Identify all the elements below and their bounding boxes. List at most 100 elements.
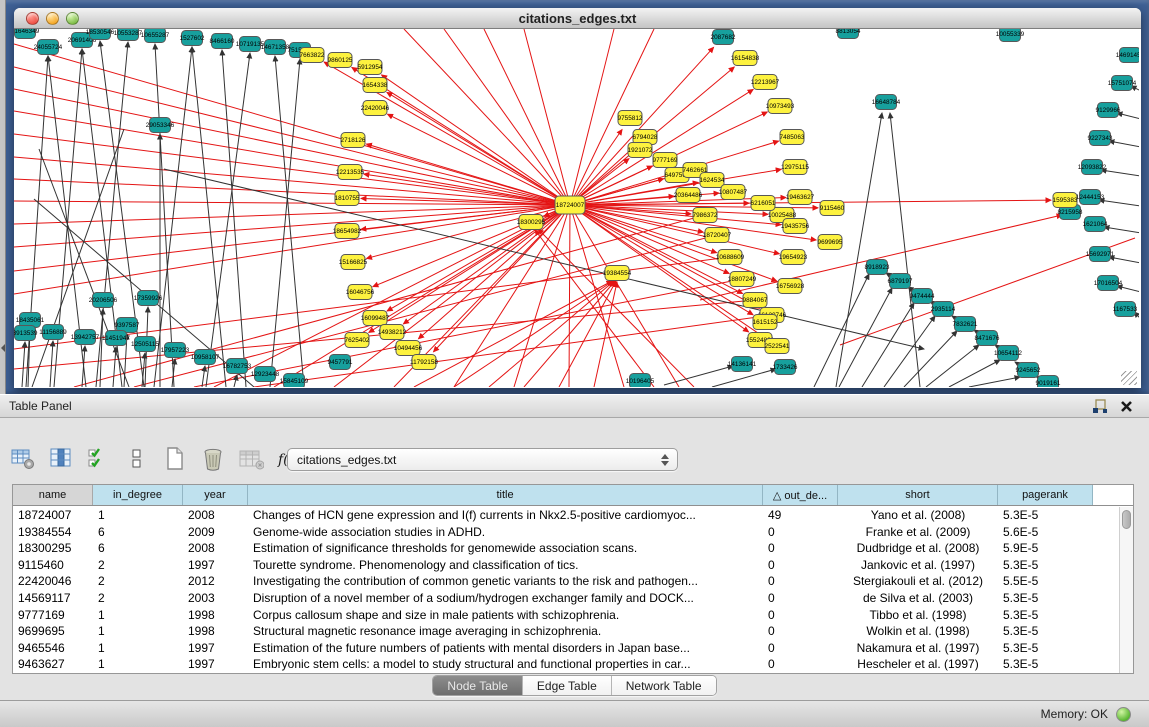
cell: 9699695 bbox=[13, 623, 93, 640]
vertical-scrollbar[interactable] bbox=[1119, 507, 1133, 673]
cell: 0 bbox=[763, 640, 838, 657]
network-graph[interactable]: 2164634924055724206914061853054610553287… bbox=[14, 29, 1139, 387]
graph-edge[interactable] bbox=[839, 288, 892, 387]
scrollbar-thumb[interactable] bbox=[1122, 510, 1131, 529]
graph-edge[interactable] bbox=[222, 50, 246, 387]
window-titlebar[interactable]: citations_edges.txt bbox=[14, 8, 1141, 29]
column-header-name[interactable]: name bbox=[13, 485, 93, 505]
resize-grip[interactable] bbox=[1121, 371, 1137, 385]
graph-edge[interactable] bbox=[949, 360, 1000, 387]
graph-edge[interactable] bbox=[569, 205, 570, 387]
table-row[interactable]: 946554611997Estimation of the future num… bbox=[13, 640, 1119, 657]
tab-edge-table[interactable]: Edge Table bbox=[523, 676, 612, 695]
graph-edge[interactable] bbox=[559, 281, 616, 387]
graph-edge[interactable] bbox=[1101, 170, 1139, 176]
graph-edge[interactable] bbox=[570, 47, 714, 205]
float-window-icon[interactable] bbox=[1091, 398, 1108, 415]
zoom-window-button[interactable] bbox=[66, 12, 79, 25]
tab-network-table[interactable]: Network Table bbox=[612, 676, 716, 695]
cell: Yano et al. (2008) bbox=[838, 507, 998, 524]
table-panel-titlebar[interactable]: Table Panel bbox=[0, 394, 1149, 418]
table-row[interactable]: 1456911722003Disruption of a novel membe… bbox=[13, 590, 1119, 607]
graph-node-label: 14938212 bbox=[378, 329, 407, 336]
column-header-title[interactable]: title bbox=[248, 485, 763, 505]
graph-node-label: 8471676 bbox=[975, 335, 1000, 342]
delete-trash-icon[interactable] bbox=[200, 446, 226, 472]
graph-edge[interactable] bbox=[570, 205, 679, 387]
table-row[interactable]: 1938455462009Genome-wide association stu… bbox=[13, 524, 1119, 541]
column-visibility-icon[interactable] bbox=[48, 446, 74, 472]
cell: Estimation of the future numbers of pati… bbox=[248, 640, 763, 657]
graph-node-label: 9129966 bbox=[1096, 107, 1121, 114]
network-canvas[interactable]: 2164634924055724206914061853054610553287… bbox=[14, 29, 1139, 387]
close-window-button[interactable] bbox=[26, 12, 39, 25]
graph-node-label: 22420046 bbox=[361, 105, 390, 112]
column-header-out_de[interactable]: △ out_de... bbox=[763, 485, 838, 505]
node-table: namein_degreeyeartitle△ out_de...shortpa… bbox=[12, 484, 1134, 674]
expand-panel-arrow-icon[interactable] bbox=[1, 344, 5, 352]
cell: 1998 bbox=[183, 623, 248, 640]
cell: 1 bbox=[93, 507, 183, 524]
table-row[interactable]: 2242004622012Investigating the contribut… bbox=[13, 573, 1119, 590]
graph-edge[interactable] bbox=[14, 111, 570, 205]
column-header-year[interactable]: year bbox=[183, 485, 248, 505]
graph-edge[interactable] bbox=[100, 309, 103, 387]
graph-node-label: 18530546 bbox=[86, 29, 115, 36]
graph-edge[interactable] bbox=[275, 56, 304, 387]
graph-node-label: 6879197 bbox=[888, 278, 913, 285]
table-row[interactable]: 969969511998Structural magnetic resonanc… bbox=[13, 623, 1119, 640]
table-row[interactable]: 911546021997Tourette syndrome. Phenomeno… bbox=[13, 557, 1119, 574]
table-settings-icon[interactable] bbox=[10, 446, 36, 472]
table-selector-dropdown[interactable]: citations_edges.txt bbox=[287, 448, 678, 471]
new-file-icon[interactable] bbox=[162, 446, 188, 472]
graph-edge[interactable] bbox=[404, 29, 570, 205]
table-row[interactable]: 946362711997Embryonic stem cells: a mode… bbox=[13, 656, 1119, 673]
graph-edge[interactable] bbox=[1099, 200, 1139, 206]
graph-edge[interactable] bbox=[50, 341, 53, 387]
minimize-window-button[interactable] bbox=[46, 12, 59, 25]
close-panel-icon[interactable] bbox=[1118, 398, 1135, 415]
graph-edge[interactable] bbox=[535, 230, 654, 387]
column-header-short[interactable]: short bbox=[838, 485, 998, 505]
graph-edge[interactable] bbox=[14, 205, 570, 247]
graph-edge[interactable] bbox=[664, 366, 733, 385]
row-height-icon[interactable] bbox=[124, 446, 150, 472]
graph-edge[interactable] bbox=[570, 29, 614, 205]
cell: Franke et al. (2009) bbox=[838, 524, 998, 541]
select-rows-checks-icon[interactable] bbox=[86, 446, 112, 472]
table-row[interactable]: 1830029562008Estimation of significance … bbox=[13, 540, 1119, 557]
table-row[interactable]: 1872400712008Changes of HCN gene express… bbox=[13, 507, 1119, 524]
graph-edge[interactable] bbox=[890, 113, 920, 387]
graph-edge[interactable] bbox=[700, 215, 1062, 300]
graph-edge[interactable] bbox=[214, 205, 570, 387]
graph-node-label: 9227343 bbox=[1088, 135, 1113, 142]
graph-edge[interactable] bbox=[904, 331, 957, 387]
graph-edge[interactable] bbox=[926, 345, 979, 387]
graph-edge[interactable] bbox=[969, 377, 1020, 387]
tab-node-table[interactable]: Node Table bbox=[433, 676, 523, 695]
graph-edge[interactable] bbox=[1104, 227, 1139, 233]
cell: 0 bbox=[763, 557, 838, 574]
graph-edge[interactable] bbox=[155, 44, 174, 387]
table-row[interactable]: 977716911998Corpus callosum shape and si… bbox=[13, 607, 1119, 624]
graph-edge[interactable] bbox=[489, 281, 614, 387]
graph-edge[interactable] bbox=[814, 274, 869, 387]
graph-edge[interactable] bbox=[113, 347, 116, 387]
graph-node-label: 3913539 bbox=[14, 330, 38, 337]
graph-edge[interactable] bbox=[836, 113, 882, 387]
graph-edge[interactable] bbox=[270, 59, 300, 387]
graph-edge[interactable] bbox=[22, 342, 25, 387]
cell: 1 bbox=[93, 656, 183, 673]
graph-edge[interactable] bbox=[206, 53, 250, 387]
graph-node-label: 10196405 bbox=[626, 378, 655, 385]
graph-edge[interactable] bbox=[1109, 141, 1139, 147]
graph-node-label: 9457791 bbox=[328, 359, 353, 366]
graph-edge[interactable] bbox=[414, 281, 612, 387]
memory-ok-indicator[interactable] bbox=[1116, 707, 1131, 722]
graph-edge[interactable] bbox=[570, 205, 749, 332]
graph-edge[interactable] bbox=[454, 205, 570, 387]
column-header-in_degree[interactable]: in_degree bbox=[93, 485, 183, 505]
column-header-pagerank[interactable]: pagerank bbox=[998, 485, 1093, 505]
graph-node-label: 29053346 bbox=[146, 122, 175, 129]
cell: 0 bbox=[763, 540, 838, 557]
